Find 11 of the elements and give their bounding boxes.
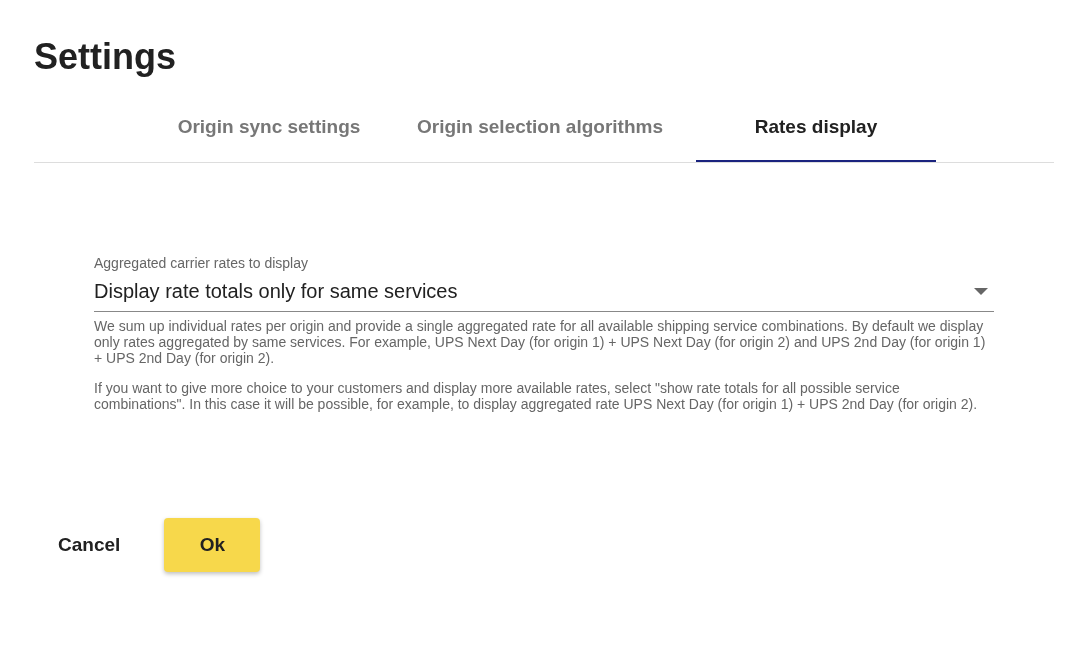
dropdown-caret-icon [974,287,988,296]
help-text: If you want to give more choice to your customers and display more available rates, select "show rate totals for all possible service combinations". In this case it will be possible, for example, to display aggregated rate UPS Next Day (for origin 1) + UPS 2nd Day (for origin 2). [94,380,979,412]
tab[interactable]: Rates display [696,93,936,162]
page-title: Settings [34,36,176,78]
rates-dropdown[interactable]: Display rate totals only for same services [94,274,994,312]
field-label: Aggregated carrier rates to display [94,255,308,271]
help-text: We sum up individual rates per origin and provide a single aggregated rate for all available shipping service combinations. By default we display only rates aggregated by same services. For example, UPS Next Day (for origin 1) + UPS Next Day (for origin 2) and UPS 2nd Day (for origin 1) + UPS 2nd Day (for origin 2). [94,318,987,366]
tab[interactable]: Origin sync settings [154,93,384,162]
tab[interactable]: Origin selection algorithms [394,93,686,162]
cancel-button[interactable]: Cancel [44,518,135,572]
ok-button[interactable]: Ok [164,518,261,572]
